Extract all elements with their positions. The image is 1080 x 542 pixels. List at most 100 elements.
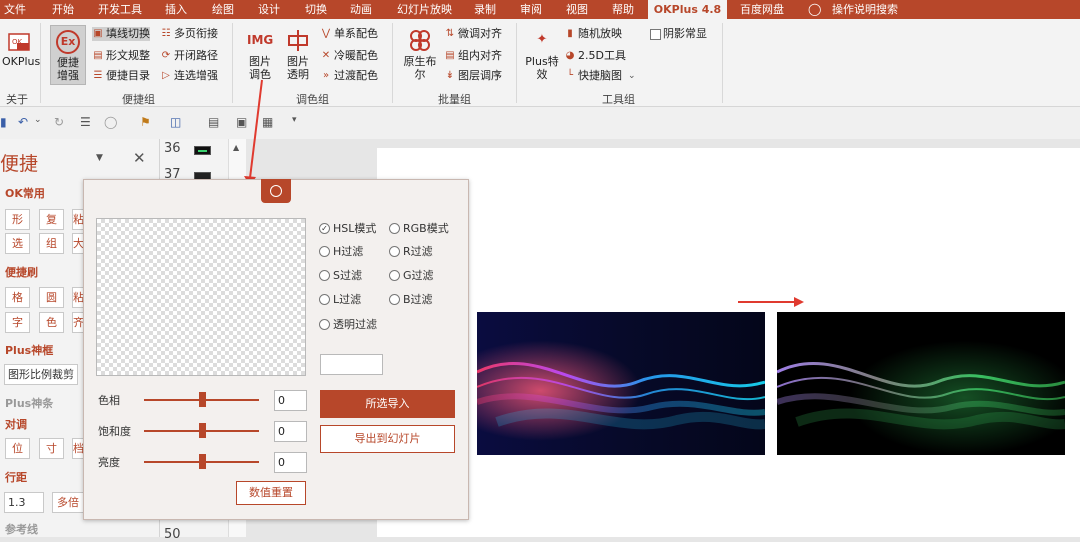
chevron-down-icon[interactable]: ⌄ [628, 69, 636, 83]
screenshot-icon[interactable]: ▣ [236, 115, 247, 129]
brightness-value-input[interactable]: 0 [274, 452, 307, 473]
marker-icon[interactable]: ⚑ [140, 115, 151, 129]
brightness-slider-thumb[interactable] [198, 454, 206, 469]
menu-file[interactable]: 文件 [4, 0, 26, 19]
reset-values-button[interactable]: 数值重置 [236, 481, 306, 505]
menu-developer[interactable]: 开发工具 [98, 0, 142, 19]
pane-button-color[interactable]: 色 [39, 312, 64, 333]
section-guides: 参考线 [5, 523, 38, 536]
okplus-about-button[interactable]: OK OKPlus [2, 29, 40, 68]
radio-r-filter[interactable]: R过滤 [389, 243, 433, 259]
menu-slideshow[interactable]: 幻灯片放映 [397, 0, 452, 19]
menu-draw[interactable]: 绘图 [212, 0, 234, 19]
pane-button-shape[interactable]: 形 [5, 209, 30, 230]
multiple-spacing-button[interactable]: 多倍 [52, 492, 84, 513]
shape-text-icon: ▤ [93, 50, 103, 61]
group-label-color: 调色组 [296, 93, 329, 106]
quick-mindmap-button[interactable]: └ 快捷脑图 ⌄ [564, 69, 636, 83]
image-recolor-button[interactable]: IMG 图片 调色 [244, 27, 276, 81]
native-boolean-label: 原生布 尔 [403, 55, 437, 81]
group-align-icon: ▤ [445, 50, 455, 61]
dialog-close-button[interactable] [261, 179, 291, 203]
import-selected-button[interactable]: 所选导入 [320, 390, 455, 418]
radio-rgb-mode[interactable]: RGB模式 [389, 220, 449, 236]
image-transparent-button[interactable]: 图片 透明 [282, 27, 314, 81]
saturation-value-input[interactable]: 0 [274, 421, 307, 442]
menu-okplus[interactable]: OKPlus 4.8 [648, 0, 727, 19]
menu-baidu-netdisk[interactable]: 百度网盘 [740, 0, 784, 19]
pane-button-select[interactable]: 选 [5, 233, 30, 254]
radio-hsl-mode[interactable]: ✓ HSL模式 [319, 220, 376, 236]
transition-color-label: 过渡配色 [334, 69, 378, 82]
shape-ratio-crop-field[interactable]: 图形比例裁剪 [4, 364, 78, 385]
fill-line-switch-button[interactable]: ▣ 填线切换 [92, 27, 150, 41]
export-to-slide-button[interactable]: 导出到幻灯片 [320, 425, 455, 453]
menu-home[interactable]: 开始 [52, 0, 74, 19]
transition-color-button[interactable]: » 过渡配色 [320, 69, 378, 83]
multi-select-enhance-button[interactable]: ▷ 连选增强 [160, 69, 218, 83]
close-icon[interactable]: ✕ [133, 149, 146, 167]
pane-button-round[interactable]: 圆 [39, 287, 64, 308]
pane-button-dimension[interactable]: 寸 [39, 438, 64, 459]
random-slideshow-button[interactable]: ▮ 随机放映 [564, 27, 622, 41]
line-spacing-input[interactable]: 1.3 [4, 492, 44, 513]
menu-review[interactable]: 审阅 [520, 0, 542, 19]
pane-button-font[interactable]: 字 [5, 312, 30, 333]
fine-align-button[interactable]: ⇅ 微调对齐 [444, 27, 502, 41]
format-painter-icon[interactable]: ☰ [80, 115, 91, 129]
multi-page-link-button[interactable]: ☷ 多页衔接 [160, 27, 218, 41]
mono-color-scheme-button[interactable]: ⋁ 单系配色 [320, 27, 378, 41]
slide-thumbnail[interactable] [194, 146, 211, 155]
radio-h-filter[interactable]: H过滤 [319, 243, 363, 259]
shape-outline-icon[interactable]: ◫ [170, 115, 181, 129]
chevron-down-icon[interactable]: ⌄ [34, 115, 42, 125]
radio-s-filter[interactable]: S过滤 [319, 267, 362, 283]
native-boolean-button[interactable]: 原生布 尔 [400, 27, 440, 81]
textbox-icon[interactable]: ▤ [208, 115, 219, 129]
layer-order-button[interactable]: ↡ 图层调序 [444, 69, 502, 83]
radio-h-label: H过滤 [333, 245, 364, 258]
menu-help[interactable]: 帮助 [612, 0, 634, 19]
quick-toc-button[interactable]: ☰ 便捷目录 [92, 69, 150, 83]
colorful-wave-image[interactable] [477, 312, 765, 455]
pane-button-group[interactable]: 组 [39, 233, 64, 254]
convenience-enhance-button[interactable]: Ex 便捷 增强 [50, 25, 86, 85]
menu-animations[interactable]: 动画 [350, 0, 372, 19]
shape-text-align-button[interactable]: ▤ 形文规整 [92, 49, 150, 63]
color-value-field[interactable] [320, 354, 383, 375]
pane-menu-icon[interactable]: ▼ [96, 153, 103, 163]
grid-icon[interactable]: ▦ [262, 115, 273, 129]
radio-l-filter[interactable]: L过滤 [319, 291, 361, 307]
shadow-always-label: 阴影常显 [663, 27, 707, 40]
redo-icon[interactable]: ↻ [54, 115, 64, 129]
menu-search[interactable]: 操作说明搜索 [832, 0, 898, 19]
pane-button-position[interactable]: 位 [5, 438, 30, 459]
shapes-icon[interactable]: ◯ [104, 115, 117, 129]
plus-effects-button[interactable]: ✦ Plus特 效 [522, 27, 562, 81]
menu-view[interactable]: 视图 [566, 0, 588, 19]
menu-design[interactable]: 设计 [258, 0, 280, 19]
shadow-always-checkbox[interactable]: 阴影常显 [650, 27, 707, 41]
hue-value-input[interactable]: 0 [274, 390, 307, 411]
radio-b-filter[interactable]: B过滤 [389, 291, 433, 307]
filtered-wave-image[interactable] [777, 312, 1065, 455]
menu-record[interactable]: 录制 [474, 0, 496, 19]
open-close-path-button[interactable]: ⟳ 开闭路径 [160, 49, 218, 63]
group-label-tool: 工具组 [602, 93, 635, 106]
pane-button-copy[interactable]: 复 [39, 209, 64, 230]
customize-toolbar-icon[interactable]: ▾ [292, 115, 297, 125]
radio-g-filter[interactable]: G过滤 [389, 267, 434, 283]
2-5d-tool-button[interactable]: ◕ 2.5D工具 [564, 49, 626, 63]
scroll-up-icon[interactable]: ▲ [233, 143, 239, 152]
save-icon[interactable]: ▮ [0, 115, 7, 129]
pane-button-format[interactable]: 格 [5, 287, 30, 308]
select-arrow-icon: ▷ [162, 70, 170, 81]
hue-slider-thumb[interactable] [198, 392, 206, 407]
saturation-slider-thumb[interactable] [198, 423, 206, 438]
radio-alpha-filter[interactable]: 透明过滤 [319, 316, 377, 332]
group-align-button[interactable]: ▤ 组内对齐 [444, 49, 502, 63]
menu-insert[interactable]: 插入 [165, 0, 187, 19]
menu-transitions[interactable]: 切换 [305, 0, 327, 19]
undo-icon[interactable]: ↶ [18, 115, 28, 129]
warm-cool-scheme-button[interactable]: ✕ 冷暖配色 [320, 49, 378, 63]
